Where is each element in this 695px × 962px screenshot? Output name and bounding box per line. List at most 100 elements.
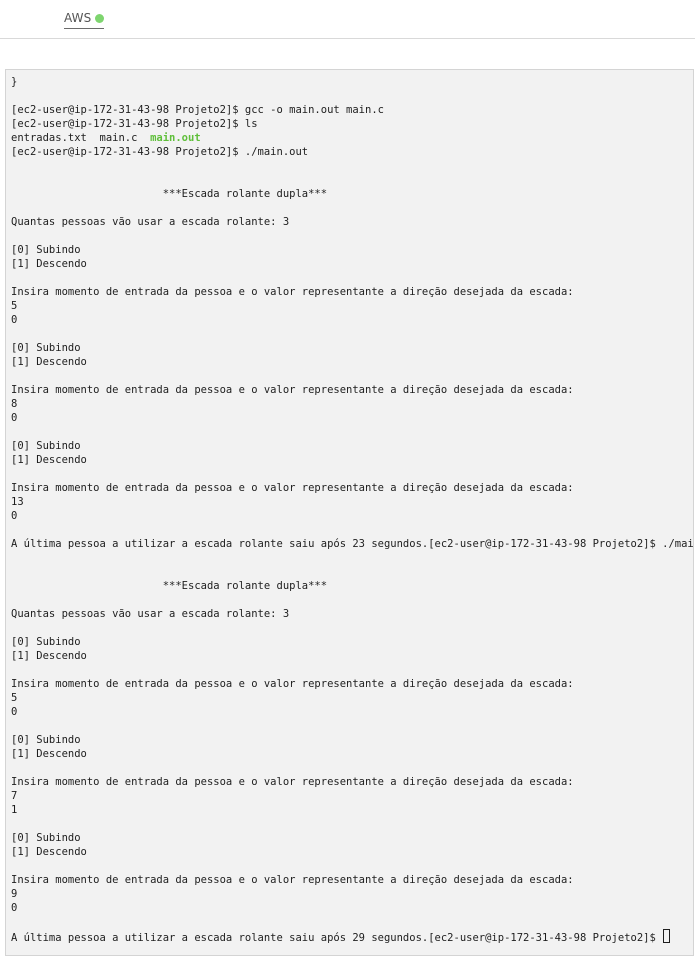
terminal-line: ***Escada rolante dupla*** [11, 187, 693, 201]
terminal-line: [1] Descendo [11, 257, 693, 271]
terminal-line-text: [0] Subindo [11, 636, 81, 648]
terminal-line: [ec2-user@ip-172-31-43-98 Projeto2]$ gcc… [11, 103, 693, 117]
terminal-line-text: [1] Descendo [11, 454, 87, 466]
terminal-line: 8 [11, 397, 693, 411]
terminal-line: 13 [11, 495, 693, 509]
tab-label: AWS [64, 11, 92, 25]
terminal-line: [0] Subindo [11, 831, 693, 845]
terminal-line-text: Insira momento de entrada da pessoa e o … [11, 874, 574, 886]
terminal-line: 0 [11, 313, 693, 327]
terminal-line-text: 1 [11, 804, 18, 816]
terminal-line: 0 [11, 509, 693, 523]
terminal-line-text: Quantas pessoas vão usar a escada rolant… [11, 608, 290, 620]
terminal-line-text: Insira momento de entrada da pessoa e o … [11, 384, 574, 396]
terminal-line: 5 [11, 299, 693, 313]
terminal-line-text: [1] Descendo [11, 258, 87, 270]
terminal-line-text: A última pessoa a utilizar a escada rola… [11, 932, 663, 944]
terminal-line-text: 0 [11, 314, 18, 326]
terminal-line-text: 5 [11, 300, 18, 312]
terminal-line: [0] Subindo [11, 439, 693, 453]
terminal-line-text: 0 [11, 706, 18, 718]
terminal-line: [1] Descendo [11, 355, 693, 369]
terminal-line-text: [1] Descendo [11, 356, 87, 368]
terminal-line: Insira momento de entrada da pessoa e o … [11, 775, 693, 789]
terminal-line: A última pessoa a utilizar a escada rola… [11, 929, 693, 944]
terminal-line-text: [ec2-user@ip-172-31-43-98 Projeto2]$ gcc… [11, 104, 384, 116]
terminal-line-text: [0] Subindo [11, 440, 81, 452]
terminal-line: [0] Subindo [11, 635, 693, 649]
terminal-line: Insira momento de entrada da pessoa e o … [11, 873, 693, 887]
terminal-window[interactable]: } [ec2-user@ip-172-31-43-98 Projeto2]$ gc… [5, 69, 694, 956]
terminal-line: [1] Descendo [11, 649, 693, 663]
terminal-line-text: 7 [11, 790, 18, 802]
terminal-line-text: [0] Subindo [11, 832, 81, 844]
terminal-line-text: [1] Descendo [11, 846, 87, 858]
terminal-line-text: 9 [11, 888, 18, 900]
terminal-line: [0] Subindo [11, 243, 693, 257]
terminal-line: ***Escada rolante dupla*** [11, 579, 693, 593]
terminal-line-text: [ec2-user@ip-172-31-43-98 Projeto2]$ ./m… [11, 146, 309, 158]
terminal-line-text: Quantas pessoas vão usar a escada rolant… [11, 216, 290, 228]
terminal-line: [1] Descendo [11, 845, 693, 859]
terminal-line: } [11, 75, 693, 89]
tab-bar: AWS [0, 0, 695, 39]
terminal-line: Insira momento de entrada da pessoa e o … [11, 677, 693, 691]
terminal-line: 0 [11, 411, 693, 425]
terminal-line-text: 5 [11, 692, 18, 704]
terminal-line: Insira momento de entrada da pessoa e o … [11, 481, 693, 495]
tab-aws[interactable]: AWS [64, 9, 105, 29]
terminal-line: [ec2-user@ip-172-31-43-98 Projeto2]$ ls [11, 117, 693, 131]
terminal-line-text: Insira momento de entrada da pessoa e o … [11, 286, 574, 298]
terminal-line-text: } [11, 76, 18, 88]
terminal-line: 9 [11, 887, 693, 901]
terminal-line: 5 [11, 691, 693, 705]
terminal-output: } [ec2-user@ip-172-31-43-98 Projeto2]$ gc… [11, 75, 694, 944]
terminal-line-text: [1] Descendo [11, 748, 87, 760]
connection-status-icon [95, 13, 105, 23]
terminal-line-text: [ec2-user@ip-172-31-43-98 Projeto2]$ ls [11, 118, 258, 130]
terminal-line-text: [0] Subindo [11, 734, 81, 746]
terminal-line-text: [1] Descendo [11, 650, 87, 662]
terminal-line-text: 0 [11, 412, 18, 424]
terminal-line: [0] Subindo [11, 341, 693, 355]
terminal-line: Insira momento de entrada da pessoa e o … [11, 285, 693, 299]
terminal-line: Quantas pessoas vão usar a escada rolant… [11, 607, 693, 621]
terminal-cursor [663, 929, 671, 943]
executable-file-highlight: main.out [150, 132, 201, 144]
terminal-line: A última pessoa a utilizar a escada rola… [11, 537, 694, 551]
terminal-line: [ec2-user@ip-172-31-43-98 Projeto2]$ ./m… [11, 145, 693, 159]
terminal-line: [1] Descendo [11, 747, 693, 761]
terminal-line-text: [0] Subindo [11, 244, 81, 256]
terminal-line: 0 [11, 705, 693, 719]
terminal-line: Quantas pessoas vão usar a escada rolant… [11, 215, 693, 229]
terminal-line: 0 [11, 901, 693, 915]
terminal-line-text: ***Escada rolante dupla*** [11, 580, 328, 592]
terminal-line-text: Insira momento de entrada da pessoa e o … [11, 776, 574, 788]
terminal-line-text: 13 [11, 496, 24, 508]
terminal-line-text: 8 [11, 398, 18, 410]
terminal-line-text: 0 [11, 902, 18, 914]
terminal-line-text: A última pessoa a utilizar a escada rola… [11, 538, 694, 550]
terminal-line: Insira momento de entrada da pessoa e o … [11, 383, 693, 397]
terminal-line-text: ***Escada rolante dupla*** [11, 188, 328, 200]
terminal-line: 1 [11, 803, 693, 817]
